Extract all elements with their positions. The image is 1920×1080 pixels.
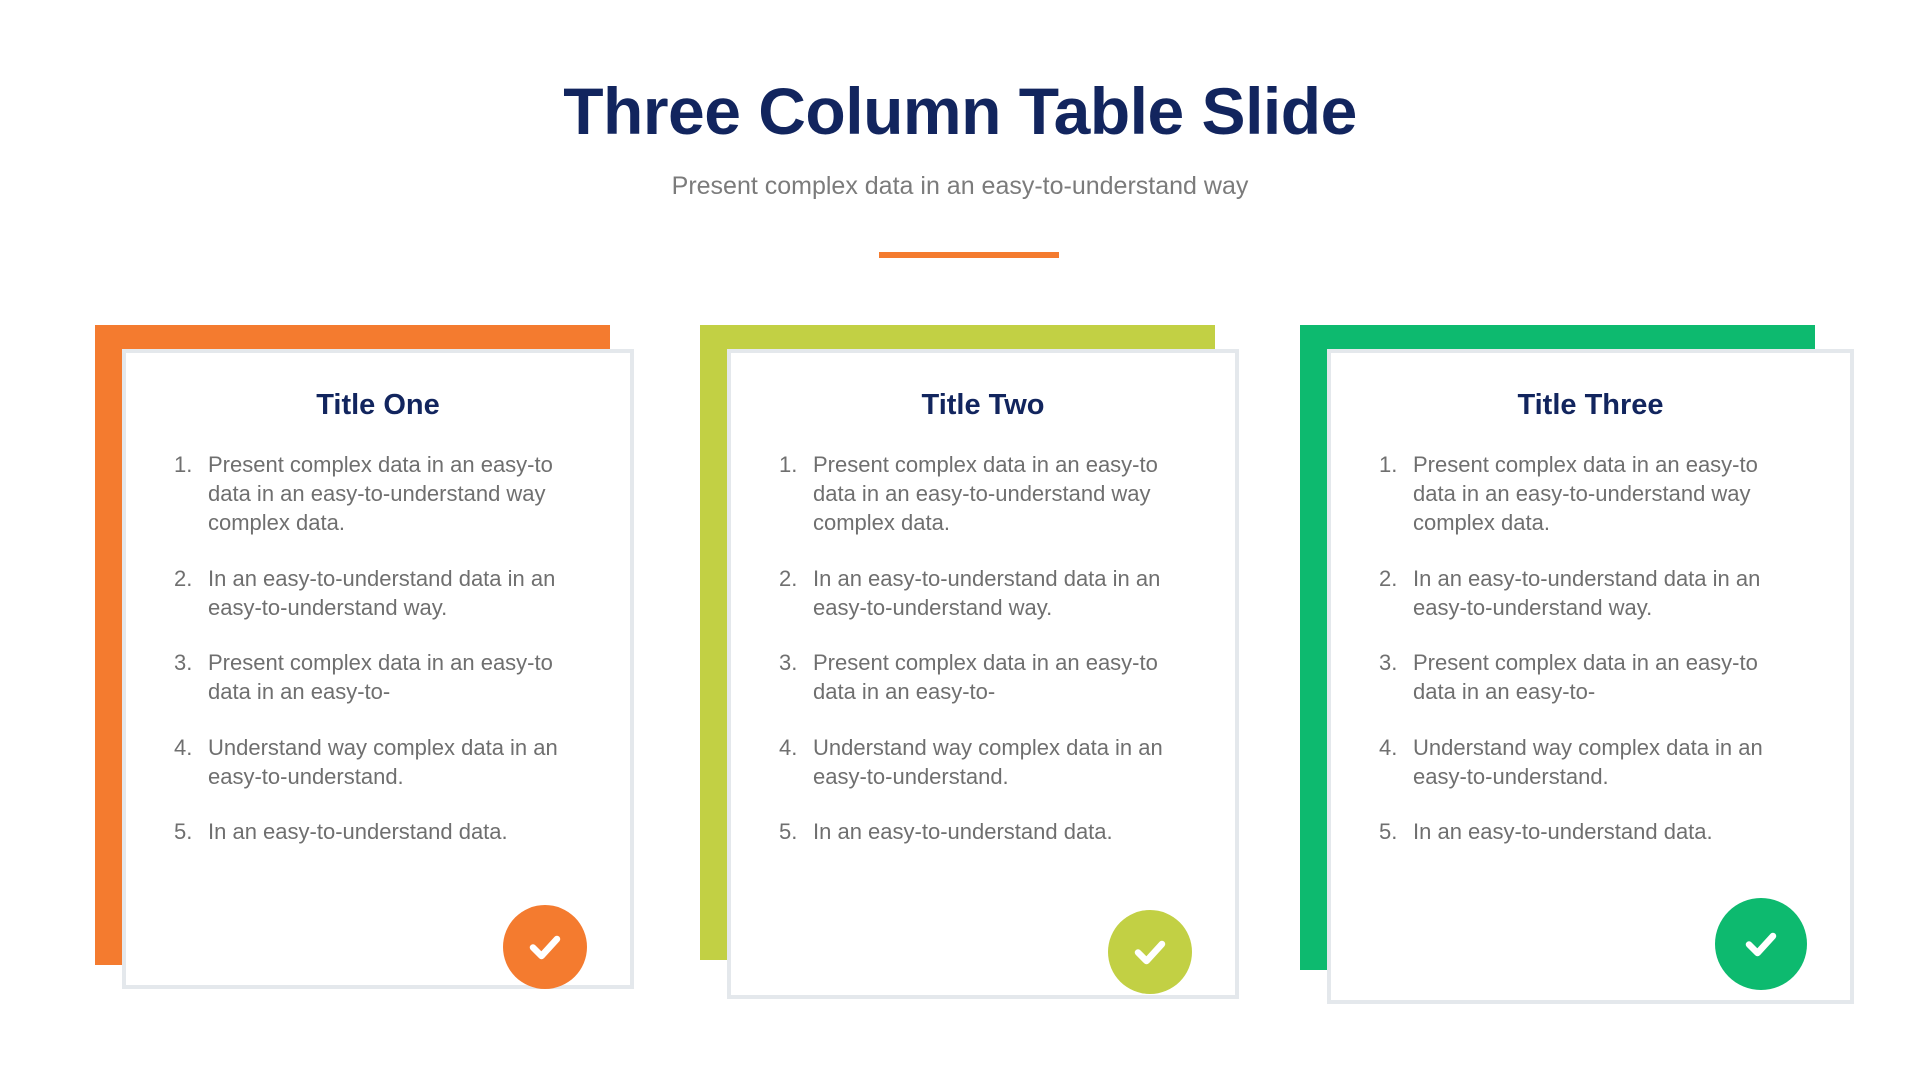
columns-container: Title One 1. Present complex data in an ea… — [0, 0, 1920, 1080]
list-item-number: 2. — [174, 565, 193, 591]
list-item-text: Present complex data in an easy-to data … — [208, 451, 553, 536]
check-badge — [503, 905, 587, 989]
check-icon — [529, 935, 561, 960]
check-badge — [1715, 898, 1807, 990]
column-card: Title One 1. Present complex data in an ea… — [122, 349, 634, 989]
list-item-text: Understand way complex data in an easy-t… — [208, 734, 558, 789]
column-list: 1. Present complex data in an easy-to dat… — [1331, 422, 1850, 847]
list-item: 2. In an easy-to-understand data in an ea… — [1379, 564, 1806, 623]
list-item-text: In an easy-to-understand data. — [1413, 819, 1713, 845]
list-item: 3. Present complex data in an easy-to dat… — [779, 648, 1191, 707]
list-item-number: 2. — [779, 565, 798, 591]
list-item-number: 4. — [174, 734, 193, 760]
list-item-number: 3. — [174, 650, 193, 676]
column-title: Title Two — [921, 389, 1045, 421]
list-item-text: Present complex data in an easy-to data … — [1413, 650, 1758, 705]
column-title: Title One — [316, 389, 440, 421]
column-list: 1. Present complex data in an easy-to dat… — [126, 422, 630, 847]
list-item: 3. Present complex data in an easy-to dat… — [1379, 648, 1806, 707]
list-item-text: In an easy-to-understand data in an easy… — [1413, 565, 1761, 620]
column-title: Title Three — [1517, 389, 1664, 421]
list-item: 1. Present complex data in an easy-to dat… — [779, 450, 1191, 538]
list-item-number: 5. — [779, 819, 798, 845]
list-item-text: In an easy-to-understand data. — [813, 819, 1113, 845]
list-item-number: 5. — [174, 819, 193, 845]
list-item-text: Present complex data in an easy-to data … — [208, 650, 553, 705]
list-item: 1. Present complex data in an easy-to dat… — [1379, 450, 1806, 538]
list-item: 3. Present complex data in an easy-to dat… — [174, 648, 586, 707]
slide-canvas: Three Column Table Slide Present complex… — [0, 0, 1920, 1080]
list-item: 4. Understand way complex data in an easy… — [1379, 733, 1806, 792]
list-item-text: Present complex data in an easy-to data … — [1413, 451, 1758, 536]
list-item-text: Present complex data in an easy-to data … — [813, 451, 1158, 536]
list-item: 4. Understand way complex data in an easy… — [779, 733, 1191, 792]
list-item-number: 1. — [779, 451, 798, 477]
list-item-number: 2. — [1379, 565, 1398, 591]
list-item-text: In an easy-to-understand data in an easy… — [813, 565, 1161, 620]
list-item-number: 1. — [1379, 451, 1398, 477]
list-item-number: 5. — [1379, 819, 1398, 845]
list-item-number: 3. — [779, 650, 798, 676]
list-item: 1. Present complex data in an easy-to dat… — [174, 450, 586, 538]
list-item-number: 1. — [174, 451, 193, 477]
list-item-number: 4. — [779, 734, 798, 760]
list-item-number: 4. — [1379, 734, 1398, 760]
list-item: 4. Understand way complex data in an easy… — [174, 733, 586, 792]
list-item: 5. In an easy-to-understand data. — [779, 817, 1191, 846]
list-item: 2. In an easy-to-understand data in an ea… — [174, 564, 586, 623]
list-item: 2. In an easy-to-understand data in an ea… — [779, 564, 1191, 623]
check-icon — [1134, 940, 1166, 965]
check-icon — [1745, 932, 1777, 957]
list-item-text: Understand way complex data in an easy-t… — [813, 734, 1163, 789]
list-item-text: In an easy-to-understand data. — [208, 819, 508, 845]
column-card: Title Two 1. Present complex data in an ea… — [727, 349, 1239, 999]
list-item-text: Understand way complex data in an easy-t… — [1413, 734, 1763, 789]
column-list: 1. Present complex data in an easy-to dat… — [731, 422, 1235, 847]
list-item: 5. In an easy-to-understand data. — [174, 817, 586, 846]
list-item: 5. In an easy-to-understand data. — [1379, 817, 1806, 846]
list-item-text: In an easy-to-understand data in an easy… — [208, 565, 556, 620]
list-item-text: Present complex data in an easy-to data … — [813, 650, 1158, 705]
list-item-number: 3. — [1379, 650, 1398, 676]
check-badge — [1108, 910, 1192, 994]
